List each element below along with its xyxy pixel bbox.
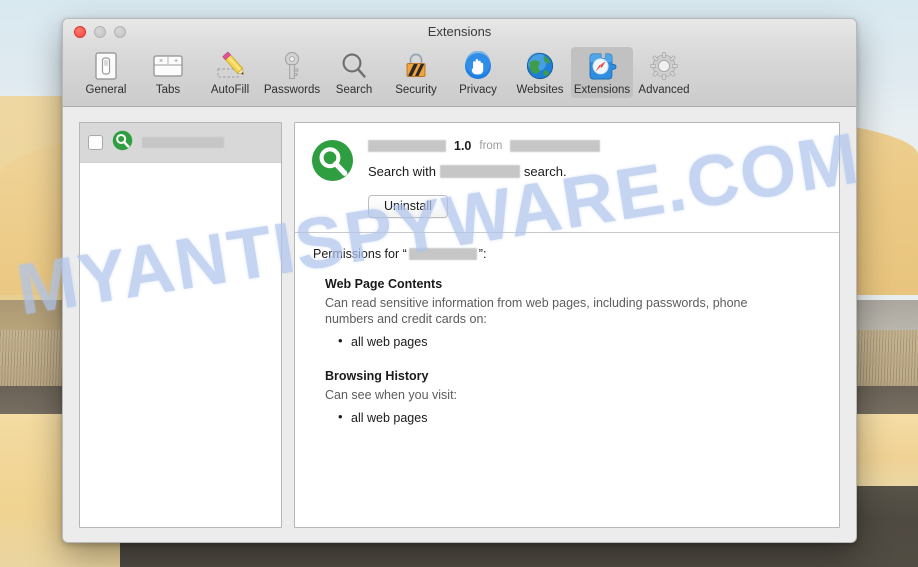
extension-name-redacted (408, 248, 477, 260)
permission-title: Browsing History (325, 369, 429, 383)
security-icon (387, 50, 445, 82)
permission-title: Web Page Contents (325, 277, 443, 291)
extension-name-redacted (142, 137, 224, 148)
from-label: from (479, 140, 503, 152)
toolbar-item-label: Websites (516, 84, 564, 96)
list-item[interactable] (80, 123, 281, 163)
toolbar-item-tabs[interactable]: × + Tabs (137, 47, 199, 98)
toolbar-item-autofill[interactable]: AutoFill (199, 47, 261, 98)
toolbar-item-general[interactable]: General (75, 47, 137, 98)
permissions-section: Permissions for “ ”: Web Page Contents C… (295, 233, 839, 527)
toolbar-item-label: Advanced (638, 84, 690, 96)
preferences-content: 1.0 from Search with search. Uninstall P… (63, 107, 856, 542)
preferences-toolbar: General × + Tabs AutoFill Passwords Sear… (63, 45, 856, 107)
permission-group-browsing-history: Browsing History Can see when you visit:… (325, 369, 823, 427)
window-title: Extensions (427, 24, 492, 39)
extensions-list[interactable] (79, 122, 282, 528)
extension-enable-checkbox[interactable] (88, 135, 103, 150)
passwords-icon (263, 50, 321, 82)
permissions-heading-prefix: Permissions for “ (313, 247, 407, 261)
svg-text:×: × (159, 58, 163, 65)
permission-description: Can see when you visit: (325, 388, 458, 402)
permissions-heading-suffix: ”: (478, 247, 487, 261)
extension-detail-panel: 1.0 from Search with search. Uninstall P… (294, 122, 840, 528)
safari-preferences-window: Extensions General × + Tabs AutoFill Pas… (62, 18, 857, 543)
toolbar-item-websites[interactable]: Websites (509, 47, 571, 98)
general-icon (77, 50, 135, 82)
permission-group-web-page-contents: Web Page Contents Can read sensitive inf… (325, 277, 823, 351)
green-magnifier-icon (311, 139, 354, 218)
green-magnifier-icon (112, 130, 133, 156)
toolbar-item-label: Search (335, 84, 373, 96)
window-titlebar: Extensions (63, 19, 856, 45)
svg-text:+: + (174, 58, 178, 65)
toolbar-item-advanced[interactable]: Advanced (633, 47, 695, 98)
uninstall-button[interactable]: Uninstall (368, 195, 448, 218)
toolbar-item-search[interactable]: Search (323, 47, 385, 98)
toolbar-item-passwords[interactable]: Passwords (261, 47, 323, 98)
toolbar-item-label: Extensions (573, 84, 631, 96)
extension-vendor-redacted (510, 140, 601, 152)
privacy-icon (449, 50, 507, 82)
toolbar-item-label: General (85, 84, 127, 96)
websites-icon (511, 50, 569, 82)
extension-name-redacted (368, 140, 446, 152)
autofill-icon (201, 50, 259, 82)
toolbar-item-security[interactable]: Security (385, 47, 447, 98)
toolbar-item-label: AutoFill (210, 84, 250, 96)
extensions-icon (573, 50, 631, 82)
toolbar-item-label: Security (395, 84, 437, 96)
description-prefix: Search with (368, 164, 436, 179)
desktop-background: Extensions General × + Tabs AutoFill Pas… (0, 0, 918, 567)
toolbar-item-label: Passwords (263, 84, 321, 96)
tabs-icon: × + (139, 50, 197, 82)
permission-bullet-list: all web pages (325, 332, 823, 351)
permissions-heading: Permissions for “ ”: (313, 247, 823, 261)
permission-description: Can read sensitive information from web … (325, 296, 748, 326)
permission-bullet-list: all web pages (325, 408, 823, 427)
permission-bullet: all web pages (338, 332, 823, 351)
toolbar-item-privacy[interactable]: Privacy (447, 47, 509, 98)
toolbar-item-label: Tabs (155, 84, 181, 96)
extension-version: 1.0 (454, 139, 472, 153)
search-icon (325, 50, 383, 82)
search-engine-redacted (439, 165, 520, 178)
toolbar-item-extensions[interactable]: Extensions (571, 47, 633, 98)
toolbar-item-label: Privacy (459, 84, 497, 96)
description-suffix: search. (523, 164, 567, 179)
permission-bullet: all web pages (338, 408, 823, 427)
extension-header: 1.0 from Search with search. Uninstall (295, 123, 839, 233)
advanced-icon (635, 50, 693, 82)
extension-title-row: 1.0 from (368, 138, 823, 154)
extension-description: Search with search. (368, 164, 823, 179)
